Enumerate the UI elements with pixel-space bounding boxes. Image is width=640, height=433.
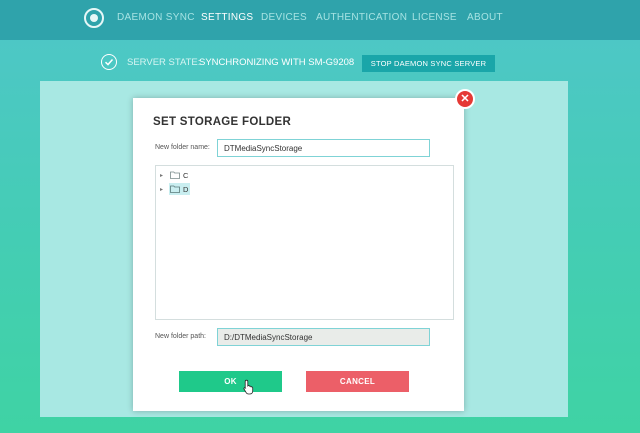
caret-right-icon[interactable]: ▸ xyxy=(160,172,166,179)
nav-item-settings[interactable]: SETTINGS xyxy=(201,12,253,23)
cancel-button[interactable]: CANCEL xyxy=(306,371,409,392)
server-state-label: SERVER STATE: xyxy=(127,57,201,68)
nav-item-license[interactable]: LICENSE xyxy=(412,12,457,23)
folder-icon xyxy=(170,185,180,193)
folder-icon xyxy=(170,171,180,179)
folder-path-label: New folder path: xyxy=(155,333,206,340)
stop-daemon-sync-button[interactable]: STOP DAEMON SYNC SERVER xyxy=(362,55,495,72)
tree-item-d-content: D xyxy=(169,183,191,195)
folder-path-field xyxy=(217,328,430,346)
tree-item-d[interactable]: ▸ D xyxy=(160,183,191,195)
nav-item-devices[interactable]: DEVICES xyxy=(261,12,307,23)
ok-button[interactable]: OK xyxy=(179,371,282,392)
server-state-value: SYNCHRONIZING WITH SM-G9208 xyxy=(199,57,355,68)
folder-name-label: New folder name: xyxy=(155,144,210,151)
nav-item-about[interactable]: ABOUT xyxy=(467,12,503,23)
caret-right-icon[interactable]: ▸ xyxy=(160,186,166,193)
folder-name-input[interactable] xyxy=(217,139,430,157)
nav-item-daemon-sync[interactable]: DAEMON SYNC xyxy=(117,12,195,23)
top-navbar: DAEMON SYNC SETTINGS DEVICES AUTHENTICAT… xyxy=(0,0,640,40)
folder-tree[interactable]: ▸ C ▸ D xyxy=(155,165,454,320)
tree-item-label: D xyxy=(183,184,189,194)
dialog-title: SET STORAGE FOLDER xyxy=(153,116,292,128)
close-icon[interactable]: ✕ xyxy=(455,89,475,109)
check-circle-icon xyxy=(101,54,117,70)
tree-item-c[interactable]: ▸ C xyxy=(160,169,190,181)
nav-item-authentication[interactable]: AUTHENTICATION xyxy=(316,12,407,23)
hand-pointer-icon xyxy=(243,379,254,395)
daemon-sync-logo-icon[interactable] xyxy=(84,8,104,28)
tree-item-c-content: C xyxy=(169,169,190,181)
tree-item-label: C xyxy=(183,170,189,180)
